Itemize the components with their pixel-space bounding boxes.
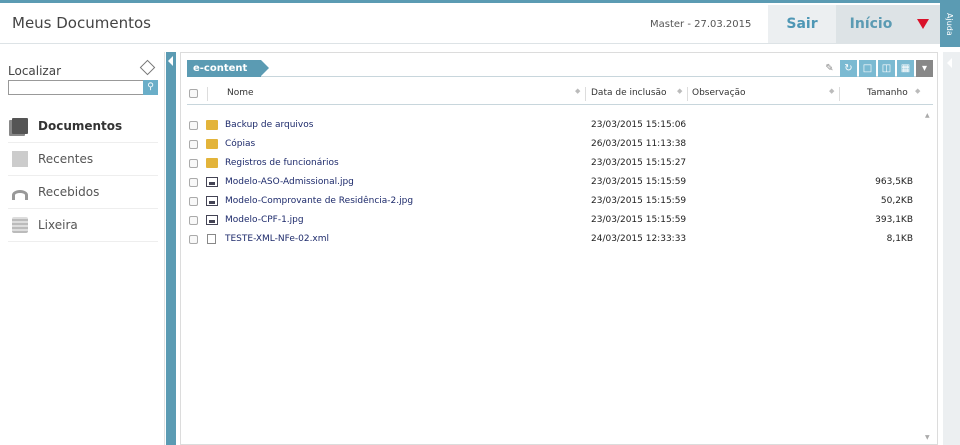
select-all-checkbox[interactable]	[189, 89, 198, 98]
file-name[interactable]: TESTE-XML-NFe-02.xml	[225, 234, 329, 244]
help-label: Ajuda	[945, 13, 954, 36]
menu-dropdown-button[interactable]	[906, 5, 940, 43]
column-header-size[interactable]: Tamanho	[867, 88, 908, 98]
column-divider	[207, 87, 208, 101]
trash-icon	[12, 217, 28, 233]
sort-icon[interactable]: ◆	[915, 87, 920, 95]
chevron-down-icon[interactable]: ▾	[916, 60, 933, 77]
folder-icon	[206, 120, 218, 130]
triangle-down-icon	[917, 19, 929, 29]
table-row[interactable]: Registros de funcionários 23/03/2015 15:1…	[187, 155, 923, 174]
sidebar-item-label: Recentes	[38, 152, 94, 166]
table-header: Nome ◆ Data de inclusão ◆ Observação ◆ T…	[187, 83, 933, 105]
edit-icon[interactable]: ✎	[821, 60, 838, 77]
row-checkbox[interactable]	[189, 121, 198, 130]
logout-button[interactable]: Sair	[768, 5, 836, 43]
table-row[interactable]: Backup de arquivos 23/03/2015 15:15:06	[187, 117, 923, 136]
xml-file-icon	[207, 234, 216, 244]
sidebar-item-label: Documentos	[38, 119, 123, 133]
left-panel-collapse-handle[interactable]	[166, 52, 176, 445]
search-input[interactable]: ⚲	[8, 80, 158, 95]
scroll-down-icon[interactable]: ▼	[925, 434, 930, 441]
image-file-icon	[206, 177, 218, 187]
vertical-scrollbar[interactable]: ▲ ▼	[923, 108, 933, 443]
app-title: Meus Documentos	[12, 14, 151, 32]
scroll-up-icon[interactable]: ▲	[925, 112, 930, 119]
file-date: 24/03/2015 12:33:33	[591, 234, 687, 244]
search-label: Localizar	[8, 64, 62, 78]
row-checkbox[interactable]	[189, 159, 198, 168]
file-list: Backup de arquivos 23/03/2015 15:15:06 Cóp…	[187, 117, 923, 250]
left-sidebar: Localizar ⚲ Documentos Recentes Recebido…	[0, 52, 165, 445]
breadcrumb-item[interactable]: e-content	[187, 60, 270, 77]
row-checkbox[interactable]	[189, 197, 198, 206]
row-checkbox[interactable]	[189, 216, 198, 225]
new-file-icon[interactable]: ◫	[878, 60, 895, 77]
file-name[interactable]: Modelo-Comprovante de Residência-2.jpg	[225, 196, 413, 206]
sidebar-item-recebidos[interactable]: Recebidos	[8, 176, 158, 209]
row-checkbox[interactable]	[189, 235, 198, 244]
file-name[interactable]: Modelo-CPF-1.jpg	[225, 215, 304, 225]
sort-icon[interactable]: ◆	[829, 87, 834, 95]
refresh-icon[interactable]: ↻	[840, 60, 857, 77]
file-name[interactable]: Registros de funcionários	[225, 158, 339, 168]
file-date: 23/03/2015 15:15:59	[591, 196, 687, 206]
eraser-icon[interactable]	[139, 59, 156, 76]
received-icon	[12, 190, 28, 200]
file-name[interactable]: Cópias	[225, 139, 255, 149]
help-tab[interactable]: Ajuda	[940, 3, 960, 47]
column-divider	[585, 87, 586, 101]
file-size: 963,5KB	[875, 177, 913, 187]
image-file-icon	[206, 196, 218, 206]
table-row[interactable]: Modelo-CPF-1.jpg 23/03/2015 15:15:59 393,1…	[187, 212, 923, 231]
column-divider	[839, 87, 840, 101]
sidebar-item-documentos[interactable]: Documentos	[8, 110, 158, 143]
sidebar-item-lixeira[interactable]: Lixeira	[8, 209, 158, 242]
right-panel-collapse-handle[interactable]	[943, 52, 960, 445]
breadcrumb: e-content ✎ ↻ □ ◫ ▦ ▾	[187, 60, 933, 77]
sort-icon[interactable]: ◆	[677, 87, 682, 95]
file-browser: e-content ✎ ↻ □ ◫ ▦ ▾ Nome ◆ Data de inc…	[180, 52, 938, 445]
row-checkbox[interactable]	[189, 140, 198, 149]
column-header-name[interactable]: Nome	[227, 88, 254, 98]
table-row[interactable]: Cópias 26/03/2015 11:13:38	[187, 136, 923, 155]
file-size: 393,1KB	[875, 215, 913, 225]
top-header: Meus Documentos Master - 27.03.2015 Sair…	[0, 0, 960, 47]
column-divider	[687, 87, 688, 101]
table-row[interactable]: Modelo-Comprovante de Residência-2.jpg 23…	[187, 193, 923, 212]
file-date: 23/03/2015 15:15:27	[591, 158, 687, 168]
file-size: 50,2KB	[880, 196, 913, 206]
file-name[interactable]: Backup de arquivos	[225, 120, 313, 130]
table-row[interactable]: TESTE-XML-NFe-02.xml 24/03/2015 12:33:33 8…	[187, 231, 923, 250]
column-header-note[interactable]: Observação	[692, 88, 746, 98]
grid-view-icon[interactable]: ▦	[897, 60, 914, 77]
folder-icon	[206, 158, 218, 168]
row-checkbox[interactable]	[189, 178, 198, 187]
sidebar-item-label: Lixeira	[38, 218, 78, 232]
file-size: 8,1KB	[886, 234, 913, 244]
file-date: 26/03/2015 11:13:38	[591, 139, 687, 149]
sidebar-nav: Documentos Recentes Recebidos Lixeira	[8, 110, 158, 242]
toolbar: ✎ ↻ □ ◫ ▦ ▾	[819, 60, 933, 77]
upload-icon[interactable]: □	[859, 60, 876, 77]
image-file-icon	[206, 215, 218, 225]
file-date: 23/03/2015 15:15:59	[591, 177, 687, 187]
file-date: 23/03/2015 15:15:06	[591, 120, 687, 130]
table-row[interactable]: Modelo-ASO-Admissional.jpg 23/03/2015 15:…	[187, 174, 923, 193]
search-icon[interactable]: ⚲	[143, 80, 158, 95]
recent-icon	[12, 151, 28, 167]
documents-icon	[12, 118, 28, 134]
chevron-left-icon	[168, 56, 173, 66]
file-name[interactable]: Modelo-ASO-Admissional.jpg	[225, 177, 354, 187]
sidebar-item-recentes[interactable]: Recentes	[8, 143, 158, 176]
user-info: Master - 27.03.2015	[650, 19, 752, 30]
folder-icon	[206, 139, 218, 149]
sort-icon[interactable]: ◆	[575, 87, 580, 95]
sidebar-item-label: Recebidos	[38, 185, 100, 199]
chevron-left-icon	[947, 58, 952, 68]
column-header-date[interactable]: Data de inclusão	[591, 88, 667, 98]
file-date: 23/03/2015 15:15:59	[591, 215, 687, 225]
home-button[interactable]: Início	[836, 5, 906, 43]
